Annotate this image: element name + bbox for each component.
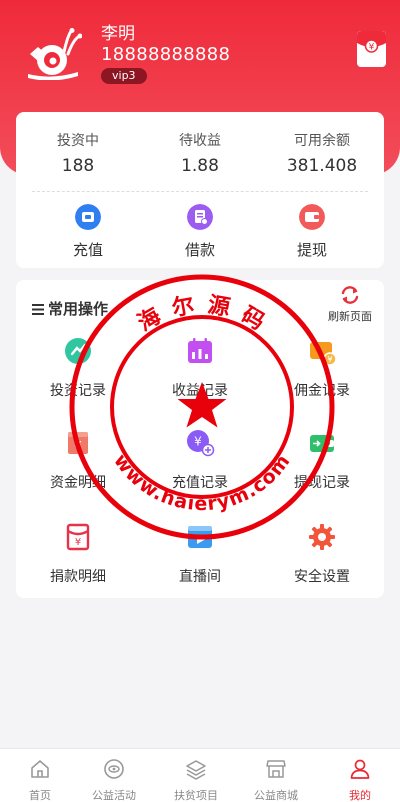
live-room-item[interactable]: 直播间 — [140, 522, 260, 586]
item-label: 佣金记录 — [294, 383, 350, 399]
stat-label: 待收益 — [179, 133, 221, 149]
common-operations-card: 常用操作 刷新页面 投资记录 收益记录 ¥ 佣金记录 ¥ 资金明细 ¥ 充值记录… — [16, 280, 384, 598]
stat-pending-income: 待收益 1.88 — [140, 130, 260, 176]
user-name: 李明 — [101, 24, 135, 44]
tab-label: 首页 — [29, 789, 51, 802]
tab-label: 扶贫项目 — [174, 789, 218, 802]
withdraw-record-item[interactable]: 提现记录 — [262, 428, 382, 492]
item-label: 直播间 — [179, 569, 221, 585]
list-icon — [32, 304, 44, 315]
commission-wallet-icon: ¥ — [310, 342, 337, 366]
refresh-button[interactable]: 刷新页面 — [324, 284, 376, 324]
user-icon — [350, 759, 370, 779]
bottom-tab-bar: 首页 公益活动 扶贫项目 公益商城 我的 — [0, 748, 400, 802]
refresh-icon — [341, 286, 359, 304]
item-label: 收益记录 — [172, 383, 228, 399]
donation-icon: ¥ — [66, 523, 90, 551]
item-label: 安全设置 — [294, 569, 350, 585]
item-label: 资金明细 — [50, 475, 106, 491]
investment-record-item[interactable]: 投资记录 — [18, 336, 138, 400]
home-icon — [31, 760, 49, 778]
svg-text:¥: ¥ — [327, 355, 332, 364]
user-phone: 18888888888 — [101, 44, 231, 65]
item-label: 提现记录 — [294, 475, 350, 491]
stat-label: 投资中 — [57, 133, 99, 149]
fund-detail-item[interactable]: ¥ 资金明细 — [18, 428, 138, 492]
item-label: 投资记录 — [50, 383, 106, 399]
donation-detail-item[interactable]: ¥ 捐款明细 — [18, 522, 138, 586]
recharge-label: 充值 — [72, 241, 103, 259]
tab-charity-activities[interactable]: 公益活动 — [74, 757, 154, 802]
stat-value: 381.408 — [286, 156, 358, 176]
loan-icon — [187, 204, 213, 230]
vip-badge: vip3 — [101, 68, 147, 84]
stat-label: 可用余额 — [294, 133, 350, 149]
stat-available-balance: 可用余额 381.408 — [262, 130, 382, 176]
snail-logo-icon — [28, 28, 82, 80]
section-title-text: 常用操作 — [48, 300, 109, 318]
svg-text:¥: ¥ — [369, 43, 375, 53]
withdraw-record-icon — [310, 435, 334, 452]
tab-home[interactable]: 首页 — [0, 757, 80, 802]
recharge-record-icon: ¥ — [187, 430, 215, 457]
balance-card: 投资中 188 待收益 1.88 可用余额 381.408 充值 借款 提现 — [16, 112, 384, 268]
recharge-record-item[interactable]: ¥ 充值记录 — [140, 428, 260, 492]
fund-detail-icon: ¥ — [68, 432, 88, 454]
investment-record-icon — [65, 338, 91, 364]
recharge-button[interactable]: 充值 — [38, 204, 138, 260]
tab-mine[interactable]: 我的 — [320, 757, 400, 802]
tab-charity-mall[interactable]: 公益商城 — [236, 757, 316, 802]
tab-label: 我的 — [349, 789, 371, 802]
stat-value: 1.88 — [181, 156, 219, 176]
eye-icon — [104, 759, 124, 779]
gear-icon — [309, 524, 335, 550]
loan-label: 借款 — [184, 241, 215, 259]
commission-record-item[interactable]: ¥ 佣金记录 — [262, 336, 382, 400]
tab-label: 公益商城 — [254, 789, 298, 802]
loan-button[interactable]: 借款 — [150, 204, 250, 260]
item-label: 充值记录 — [172, 475, 228, 491]
recharge-icon — [75, 204, 101, 230]
svg-text:¥: ¥ — [194, 435, 202, 449]
red-envelope-icon[interactable]: ¥ — [357, 31, 386, 67]
svg-text:¥: ¥ — [75, 439, 82, 452]
stat-value: 188 — [61, 156, 95, 176]
layers-icon — [186, 760, 206, 780]
live-room-icon — [188, 526, 212, 548]
divider — [32, 191, 368, 192]
svg-text:¥: ¥ — [75, 537, 81, 548]
withdraw-label: 提现 — [296, 241, 327, 259]
withdraw-button[interactable]: 提现 — [262, 204, 362, 260]
refresh-label: 刷新页面 — [328, 310, 372, 323]
stat-investing: 投资中 188 — [18, 130, 138, 176]
withdraw-icon — [299, 204, 325, 230]
store-icon — [266, 760, 286, 778]
security-settings-item[interactable]: 安全设置 — [262, 522, 382, 586]
income-record-item[interactable]: 收益记录 — [140, 336, 260, 400]
item-label: 捐款明细 — [50, 569, 106, 585]
income-calendar-icon — [188, 338, 212, 363]
section-title: 常用操作 — [32, 298, 108, 319]
tab-poverty-projects[interactable]: 扶贫项目 — [156, 757, 236, 802]
tab-label: 公益活动 — [92, 789, 136, 802]
